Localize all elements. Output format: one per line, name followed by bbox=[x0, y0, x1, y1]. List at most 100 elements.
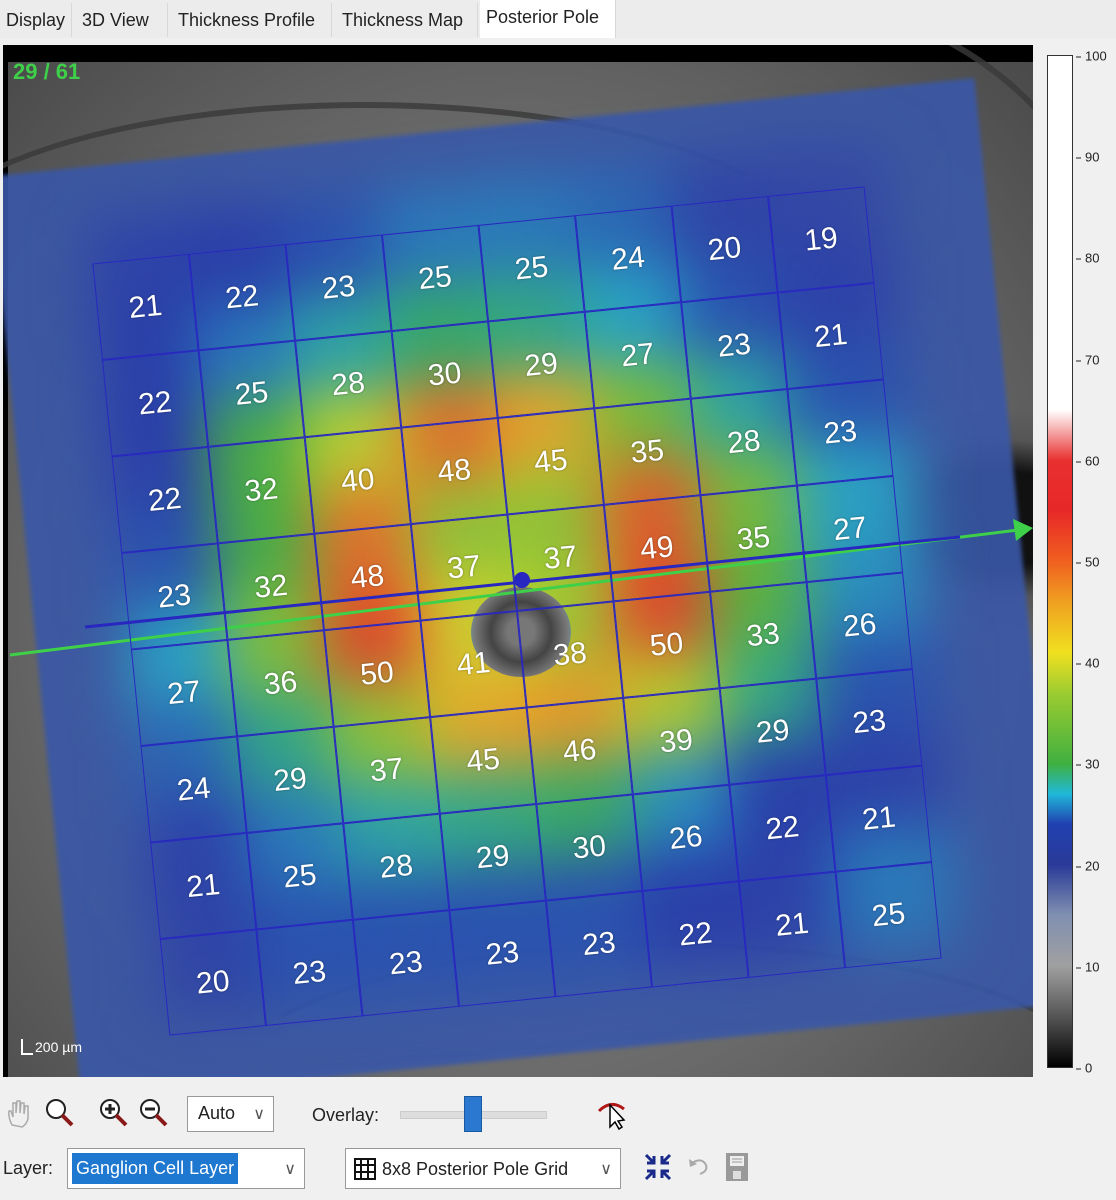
grid-cell: 20 bbox=[159, 929, 266, 1036]
grid-select[interactable]: 8x8 Posterior Pole Grid ∨ bbox=[345, 1148, 621, 1189]
grid-cell: 21 bbox=[825, 765, 932, 872]
grid-cell: 37 bbox=[333, 717, 440, 824]
grid-cell: 23 bbox=[352, 910, 460, 1017]
grid-cell: 29 bbox=[719, 678, 826, 785]
colorbar-tick: 20 bbox=[1076, 858, 1099, 873]
grid-cell: 21 bbox=[92, 253, 199, 360]
grid-cell: 25 bbox=[835, 862, 942, 969]
fundus-viewer[interactable]: 21 22 23 25 25 24 20 19 22 25 28 30 29 27 23 21 22 32 40 48… bbox=[3, 45, 1033, 1077]
grid-cell: 22 bbox=[111, 446, 218, 554]
tab-display[interactable]: Display bbox=[0, 3, 72, 37]
scale-label: 200 µm bbox=[35, 1039, 82, 1055]
grid-cell: 24 bbox=[574, 205, 682, 312]
grid-cell: 28 bbox=[295, 331, 402, 438]
grid-cell: 49 bbox=[603, 495, 711, 602]
colorbar-tick: 90 bbox=[1076, 150, 1099, 165]
grid-cell: 41 bbox=[420, 611, 527, 718]
hand-icon[interactable] bbox=[4, 1097, 34, 1129]
grid-cell: 25 bbox=[246, 823, 353, 930]
chevron-down-icon: ∨ bbox=[253, 1106, 265, 1123]
colorbar-tick: 10 bbox=[1076, 959, 1099, 974]
grid-cell: 23 bbox=[285, 234, 392, 341]
colorbar-tick: 70 bbox=[1076, 352, 1099, 367]
grid-cell: 27 bbox=[796, 475, 904, 583]
grid-cell: 22 bbox=[102, 350, 209, 457]
grid-cell: 39 bbox=[623, 688, 730, 795]
layer-label: Layer: bbox=[3, 1158, 54, 1178]
grid-cell: 28 bbox=[690, 389, 797, 496]
grid-cell: 29 bbox=[439, 804, 546, 911]
grid-cell: 19 bbox=[768, 186, 875, 293]
layer-select[interactable]: Ganglion Cell Layer ∨ bbox=[67, 1148, 305, 1189]
scan-counter: 29 / 61 bbox=[13, 59, 81, 84]
zoom-select[interactable]: Auto ∨ bbox=[187, 1096, 274, 1132]
colorbar-tick: 50 bbox=[1076, 555, 1099, 570]
grid-cell: 23 bbox=[121, 543, 228, 650]
grid-cell: 48 bbox=[314, 524, 421, 631]
thickness-colorbar bbox=[1047, 55, 1073, 1068]
grid-cell: 29 bbox=[488, 311, 595, 418]
grid-cell: 30 bbox=[391, 321, 498, 428]
grid-cell: 26 bbox=[806, 572, 913, 679]
grid-cell: 23 bbox=[449, 900, 556, 1007]
colorbar-tick: 100 bbox=[1076, 49, 1107, 64]
scan-direction-arrow-icon bbox=[1013, 519, 1033, 541]
grid-cell: 21 bbox=[738, 871, 846, 978]
grid-cell: 20 bbox=[671, 196, 778, 303]
grid-cell: 32 bbox=[208, 437, 315, 544]
overlay-cursor-icon[interactable] bbox=[596, 1097, 630, 1131]
collapse-icon[interactable] bbox=[644, 1153, 672, 1181]
zoom-select-value: Auto bbox=[198, 1103, 236, 1123]
grid-cell: 23 bbox=[681, 292, 788, 399]
grid-cell: 26 bbox=[632, 784, 739, 891]
grid-cell: 27 bbox=[130, 639, 238, 747]
grid-cell: 23 bbox=[256, 919, 363, 1026]
grid-cell: 32 bbox=[217, 533, 324, 640]
grid-cell: 27 bbox=[584, 302, 691, 409]
grid-cell: 25 bbox=[198, 340, 305, 447]
tab-thickness-map[interactable]: Thickness Map bbox=[336, 3, 478, 37]
layer-select-value: Ganglion Cell Layer bbox=[72, 1153, 239, 1184]
tab-posterior-pole[interactable]: Posterior Pole bbox=[480, 0, 616, 38]
save-icon[interactable] bbox=[724, 1152, 750, 1182]
overlay-slider-thumb[interactable] bbox=[463, 1096, 482, 1132]
grid-cell: 40 bbox=[304, 427, 411, 534]
grid-cell: 22 bbox=[729, 775, 836, 882]
grid-cell: 23 bbox=[787, 379, 894, 486]
grid-cell: 21 bbox=[150, 832, 257, 940]
grid-cell: 35 bbox=[700, 485, 807, 592]
grid-cell: 29 bbox=[237, 726, 344, 833]
grid-cell: 38 bbox=[517, 601, 624, 708]
chevron-down-icon: ∨ bbox=[600, 1160, 612, 1178]
grid-cell: 36 bbox=[227, 630, 334, 737]
grid-cell: 22 bbox=[188, 244, 296, 351]
tab-bar: Display 3D View Thickness Profile Thickn… bbox=[0, 0, 1116, 38]
colorbar-tick: 30 bbox=[1076, 757, 1099, 772]
zoom-in-icon[interactable] bbox=[98, 1097, 130, 1129]
grid-cell: 50 bbox=[323, 620, 431, 727]
colorbar-tick: 60 bbox=[1076, 453, 1099, 468]
grid-cell: 21 bbox=[777, 282, 884, 390]
chevron-down-icon: ∨ bbox=[284, 1160, 296, 1178]
grid-cell: 33 bbox=[710, 582, 817, 689]
colorbar-tick: 80 bbox=[1076, 251, 1099, 266]
tab-thickness-profile[interactable]: Thickness Profile bbox=[172, 3, 332, 37]
colorbar-tick: 40 bbox=[1076, 656, 1099, 671]
undo-icon[interactable] bbox=[686, 1155, 712, 1179]
grid-cell: 50 bbox=[613, 591, 720, 698]
tab-3d-view[interactable]: 3D View bbox=[76, 3, 168, 37]
grid-select-value: 8x8 Posterior Pole Grid bbox=[382, 1159, 569, 1179]
grid-cell: 37 bbox=[410, 514, 517, 621]
posterior-pole-grid: 21 22 23 25 25 24 20 19 22 25 28 30 29 27 23 21 22 32 40 48… bbox=[92, 186, 942, 1036]
grid-cell: 45 bbox=[430, 707, 537, 814]
grid-cell: 24 bbox=[140, 736, 247, 843]
grid-cell: 46 bbox=[526, 697, 633, 805]
grid-cell: 48 bbox=[401, 417, 508, 525]
overlay-label: Overlay: bbox=[312, 1105, 380, 1125]
colorbar-tick: 0 bbox=[1076, 1061, 1092, 1076]
zoom-out-icon[interactable] bbox=[138, 1097, 170, 1129]
grid-cell: 22 bbox=[642, 881, 749, 988]
grid-cell: 30 bbox=[536, 794, 643, 901]
scale-bar: 200 µm bbox=[21, 1039, 82, 1055]
magnifier-icon[interactable] bbox=[44, 1097, 76, 1129]
